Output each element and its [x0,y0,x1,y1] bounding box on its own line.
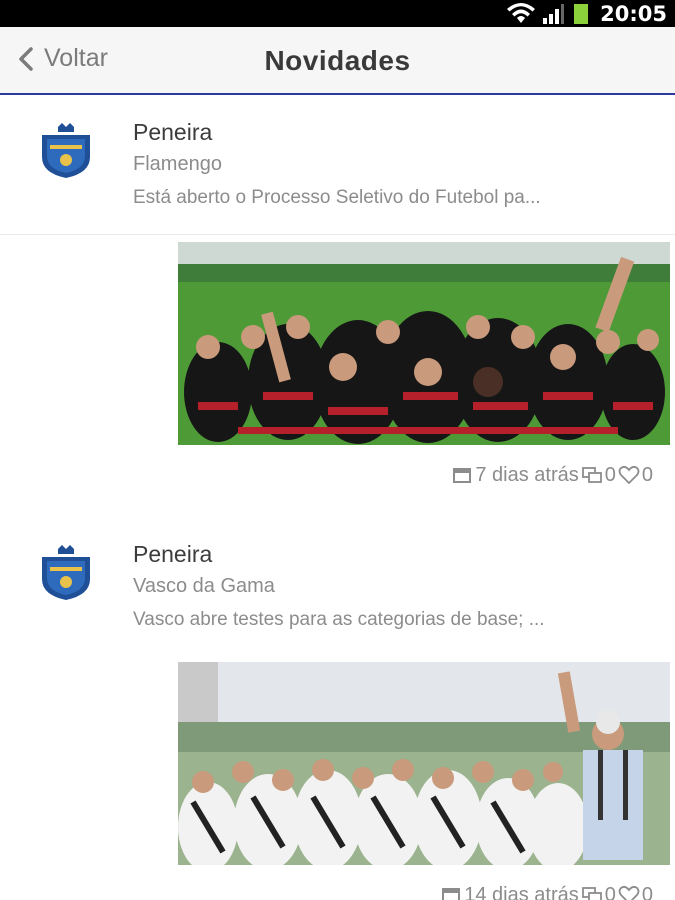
news-date: 14 dias atrás [464,883,579,900]
page-title: Novidades [264,45,411,76]
calendar-icon [442,888,461,900]
likes-count: 0 [641,883,653,900]
news-meta: 7 dias atrás 0 0 [451,462,653,488]
club-crest-icon [42,123,90,178]
news-date: 7 dias atrás [475,463,579,486]
news-item-header[interactable]: Peneira Flamengo Está aberto o Processo … [0,97,675,235]
heart-icon[interactable] [618,465,640,485]
team-photo-vasco [178,662,670,865]
club-crest-icon [42,545,90,600]
status-time: 20:05 [600,1,667,26]
wifi-icon [507,2,536,23]
news-source: Flamengo [133,153,222,175]
news-title: Peneira [133,541,213,567]
news-excerpt: Está aberto o Processo Seletivo do Futeb… [133,187,541,208]
news-item-header[interactable]: Peneira Vasco da Gama Vasco abre testes … [0,519,675,657]
news-item[interactable]: Peneira Flamengo Está aberto o Processo … [0,97,675,486]
heart-icon[interactable] [618,885,640,900]
calendar-icon [453,468,472,483]
news-photo[interactable] [178,662,670,865]
news-title: Peneira [133,119,213,145]
app-header: Voltar Novidades [0,27,675,95]
comments-count: 0 [604,883,616,900]
battery-icon [574,3,589,24]
signal-icon [543,3,565,24]
news-excerpt: Vasco abre testes para as categorias de … [133,609,545,630]
news-meta: 14 dias atrás 0 0 [440,882,653,900]
comments-icon[interactable] [581,885,603,900]
likes-count: 0 [641,463,653,486]
comments-count: 0 [604,463,616,486]
news-photo[interactable] [178,242,670,445]
status-bar: 20:05 [0,0,675,27]
team-photo-flamengo [178,242,670,445]
comments-icon[interactable] [581,465,603,485]
news-source: Vasco da Gama [133,575,275,597]
news-item[interactable]: Peneira Vasco da Gama Vasco abre testes … [0,519,675,900]
